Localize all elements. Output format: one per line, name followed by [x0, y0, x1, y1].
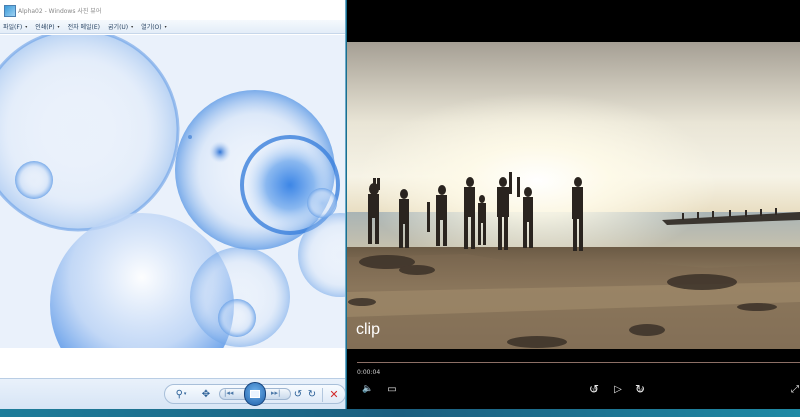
expand-button[interactable]: ⤢: [787, 381, 800, 397]
title-bar[interactable]: Alpha02 - Windows 사진 뷰어: [0, 0, 345, 20]
subtitles-button[interactable]: ▭: [384, 381, 400, 397]
forward-seconds-label: 30: [638, 388, 644, 393]
delete-button[interactable]: ✕: [327, 385, 341, 403]
menu-print[interactable]: 인쇄(P) ▾: [35, 22, 59, 31]
play-icon: ▷: [614, 383, 622, 395]
previous-image-icon[interactable]: |◂◂: [224, 389, 233, 397]
menu-file[interactable]: 파일(F) ▾: [3, 22, 27, 31]
delete-icon: ✕: [329, 387, 339, 401]
volume-icon: 🔈: [362, 384, 374, 394]
chevron-down-icon: ▾: [131, 24, 134, 29]
forward-30-button[interactable]: ↻ 30: [632, 381, 648, 397]
expand-icon: ⤢: [791, 383, 799, 395]
rewind-seconds-label: 10: [592, 388, 598, 393]
chevron-down-icon: ▾: [183, 391, 187, 397]
zoom-button[interactable]: ⚲ ▾: [172, 385, 190, 403]
rotate-clockwise-button[interactable]: ↻: [306, 385, 318, 403]
chevron-down-icon: ▾: [57, 24, 60, 29]
displayed-image[interactable]: [0, 35, 345, 348]
menu-bar: 파일(F) ▾ 인쇄(P) ▾ 전자 메일(E) 굽기(U) ▾ 열기(O) ▾: [0, 20, 345, 34]
chevron-down-icon: ▾: [164, 24, 167, 29]
menu-file-label: 파일(F): [3, 24, 23, 31]
chevron-down-icon: ▾: [25, 24, 28, 29]
play-button[interactable]: ▷: [610, 381, 626, 397]
next-image-icon[interactable]: ▸▸|: [271, 389, 280, 397]
fit-window-icon: ✥: [201, 388, 211, 400]
menu-open-label: 열기(O): [141, 24, 162, 31]
video-frame[interactable]: [347, 42, 800, 349]
subtitles-icon: ▭: [387, 383, 397, 395]
video-player: clip 0:00:04 🔈 ▭ ↺ 10 ▷ ↻ 30 ⤢: [347, 0, 800, 409]
seek-bar[interactable]: [357, 362, 800, 363]
photo-viewer-app-icon: [4, 5, 16, 17]
rotate-cw-icon: ↻: [307, 388, 317, 400]
fit-to-window-button[interactable]: ✥: [198, 385, 214, 403]
toolbar-divider: [322, 388, 323, 402]
bubbles-image: [0, 35, 345, 348]
menu-burn-label: 굽기(U): [108, 24, 129, 31]
photo-toolbar: ⚲ ▾ ✥ |◂◂ ▸▸| ↺ ↻ ✕: [0, 378, 345, 409]
volume-button[interactable]: 🔈: [360, 381, 376, 397]
menu-print-label: 인쇄(P): [35, 24, 55, 31]
magnifier-icon: ⚲: [175, 388, 183, 400]
menu-email-label: 전자 메일(E): [67, 24, 101, 31]
rotate-counterclockwise-button[interactable]: ↺: [292, 385, 304, 403]
image-area-padding: [0, 348, 345, 378]
menu-burn[interactable]: 굽기(U) ▾: [108, 22, 133, 31]
menu-email[interactable]: 전자 메일(E): [68, 22, 100, 31]
video-caption: clip: [356, 321, 381, 338]
slideshow-button[interactable]: [244, 382, 266, 406]
slideshow-icon: [250, 390, 260, 398]
rewind-10-button[interactable]: ↺ 10: [586, 381, 602, 397]
elapsed-time: 0:00:04: [357, 369, 381, 376]
rotate-ccw-icon: ↺: [293, 388, 303, 400]
menu-open[interactable]: 열기(O) ▾: [141, 22, 166, 31]
beach-sunset-frame: [347, 42, 800, 349]
photo-viewer-window: Alpha02 - Windows 사진 뷰어 파일(F) ▾ 인쇄(P) ▾ …: [0, 0, 346, 409]
window-title: Alpha02 - Windows 사진 뷰어: [18, 7, 102, 15]
